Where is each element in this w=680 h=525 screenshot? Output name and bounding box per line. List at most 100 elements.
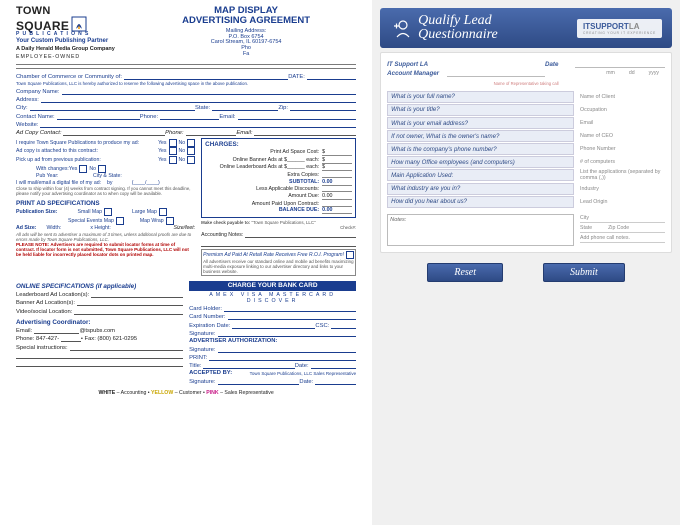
email-field[interactable]: [238, 113, 357, 120]
date-field-r[interactable]: [575, 61, 665, 68]
qualify-lead-form: Qualify LeadQuestionnaire ITSUPPORTLA CR…: [372, 0, 680, 525]
opt-attached-yes[interactable]: [169, 147, 177, 155]
question-row: What industry are you in? Industry: [387, 183, 665, 195]
phone-field[interactable]: [160, 113, 219, 120]
adcopy-phone[interactable]: [186, 129, 237, 136]
company-field[interactable]: [62, 88, 357, 95]
advertiser-auth-header: ADVERTISER AUTHORIZATION:: [189, 338, 277, 344]
rep-date[interactable]: [315, 378, 356, 385]
questionnaire-header: Qualify LeadQuestionnaire ITSUPPORTLA CR…: [380, 8, 672, 48]
chamber-label: Chamber of Commerce or Community of:: [16, 74, 122, 80]
opt-pickup-yes[interactable]: [169, 156, 177, 164]
adv-sig[interactable]: [218, 346, 357, 353]
balance-due-value: 0.00: [322, 207, 352, 214]
logo-subtitle-1: A Daily Herald Media Group Company: [16, 46, 136, 52]
premium-note: Premium Ad Paid At Retail Rate Receives …: [203, 252, 344, 258]
company-name: IT Support LA: [387, 61, 443, 68]
question-row: If not owner, What is the owner's name?N…: [387, 130, 665, 142]
answer-field[interactable]: Lead Origin: [580, 196, 665, 208]
card-holder[interactable]: [224, 305, 356, 312]
account-mgr-field[interactable]: [447, 70, 545, 77]
video-loc[interactable]: [74, 308, 183, 315]
adv-title[interactable]: [203, 362, 294, 369]
rep-sig[interactable]: [218, 378, 300, 385]
side-callnotes[interactable]: Add phone call notes.: [580, 235, 665, 243]
adv-print[interactable]: [209, 354, 356, 361]
answer-field[interactable]: Name of Client: [580, 91, 665, 103]
answer-field[interactable]: Name of CEO: [580, 130, 665, 142]
date-label: DATE:: [288, 74, 305, 80]
opt-pickup-no[interactable]: [187, 156, 195, 164]
card-csc[interactable]: [331, 322, 356, 329]
coord-email[interactable]: [34, 327, 79, 334]
card-exp[interactable]: [232, 322, 315, 329]
online-spec-header: ONLINE SPECIFICATIONS (if applicable): [16, 283, 183, 290]
adcopy-field[interactable]: [63, 129, 165, 136]
adv-date[interactable]: [311, 362, 357, 369]
city-field[interactable]: [30, 104, 195, 111]
accepted-by-header: ACCEPTED BY:: [189, 370, 232, 376]
opt-attached-no[interactable]: [187, 147, 195, 155]
logo-text-top: TOWN: [16, 6, 136, 16]
city-label: City:: [16, 105, 28, 111]
opt-produce-no[interactable]: [187, 139, 195, 147]
question-label: How many Office employees (and computers…: [387, 156, 574, 168]
card-sig[interactable]: [218, 330, 357, 337]
advertising-agreement-form: TOWN SQUARE PUBLICATIONS Your Custom Pub…: [0, 0, 372, 525]
leaderboard-loc[interactable]: [91, 291, 183, 298]
side-state[interactable]: State: [580, 225, 592, 231]
submit-button[interactable]: Submit: [543, 263, 625, 282]
print-spec-header: PRINT AD SPECIFICATIONS: [16, 200, 195, 207]
question-label: What industry are you in?: [387, 183, 574, 195]
adcopy-email[interactable]: [254, 129, 356, 136]
coordinator-header: Advertising Coordinator:: [16, 319, 183, 326]
answer-field[interactable]: Occupation: [580, 104, 665, 116]
acct-notes-field[interactable]: [245, 231, 356, 238]
opt-produce-yes[interactable]: [169, 139, 177, 147]
size-special[interactable]: [116, 217, 124, 225]
zip-field[interactable]: [290, 104, 356, 111]
address-label: Address:: [16, 97, 39, 103]
size-large[interactable]: [159, 208, 167, 216]
charges-box: CHARGES: Print Ad Space Cost:$ Online Ba…: [201, 138, 356, 218]
banner-loc[interactable]: [77, 299, 183, 306]
auth-text: Town Square Publications, LLC is hereby …: [16, 81, 356, 86]
question-label: What is your title?: [387, 104, 574, 116]
person-plus-icon: [390, 17, 412, 39]
chamber-field[interactable]: [124, 73, 288, 80]
logo-publications: PUBLICATIONS: [16, 32, 136, 37]
opt-changes-no[interactable]: [98, 165, 106, 173]
state-field[interactable]: [212, 104, 278, 111]
opt-changes-yes[interactable]: [79, 165, 87, 173]
question-label: Main Application Used:: [387, 169, 574, 181]
card-number[interactable]: [228, 313, 357, 320]
reset-button[interactable]: Reset: [427, 263, 503, 282]
side-zip[interactable]: Zip Code: [608, 225, 629, 231]
special-instr[interactable]: [70, 344, 184, 351]
date-field[interactable]: [307, 73, 356, 80]
opt-digital-label: I will mail/email a digital file of my a…: [16, 180, 101, 186]
question-label: What is your full name?: [387, 91, 574, 103]
company-label: Company Name:: [16, 89, 60, 95]
question-label: How did you hear about us?: [387, 196, 574, 208]
contact-label: Contact Name:: [16, 114, 55, 120]
rep-hint: Name of Representative taking call: [387, 81, 665, 86]
size-small[interactable]: [104, 208, 112, 216]
answer-field[interactable]: # of computers: [580, 156, 665, 168]
website-field[interactable]: [40, 121, 356, 128]
contact-field[interactable]: [57, 113, 140, 120]
notes-box[interactable]: Notes:: [387, 214, 574, 246]
answer-field[interactable]: Email: [580, 117, 665, 129]
answer-field[interactable]: Industry: [580, 183, 665, 195]
size-wrap[interactable]: [166, 217, 174, 225]
question-row: What is the company's phone number?Phone…: [387, 143, 665, 155]
answer-field[interactable]: Phone Number: [580, 143, 665, 155]
answer-field[interactable]: List the applications (separated by comm…: [580, 169, 665, 181]
town-square-logo: TOWN SQUARE PUBLICATIONS Your Custom Pub…: [16, 6, 136, 60]
coord-phone[interactable]: [61, 335, 81, 342]
question-row: What is your email address?Email: [387, 117, 665, 129]
logo-tagline: Your Custom Publishing Partner: [16, 38, 136, 44]
side-city[interactable]: City: [580, 215, 665, 223]
premium-checkbox[interactable]: [346, 251, 354, 259]
address-field[interactable]: [41, 96, 356, 103]
